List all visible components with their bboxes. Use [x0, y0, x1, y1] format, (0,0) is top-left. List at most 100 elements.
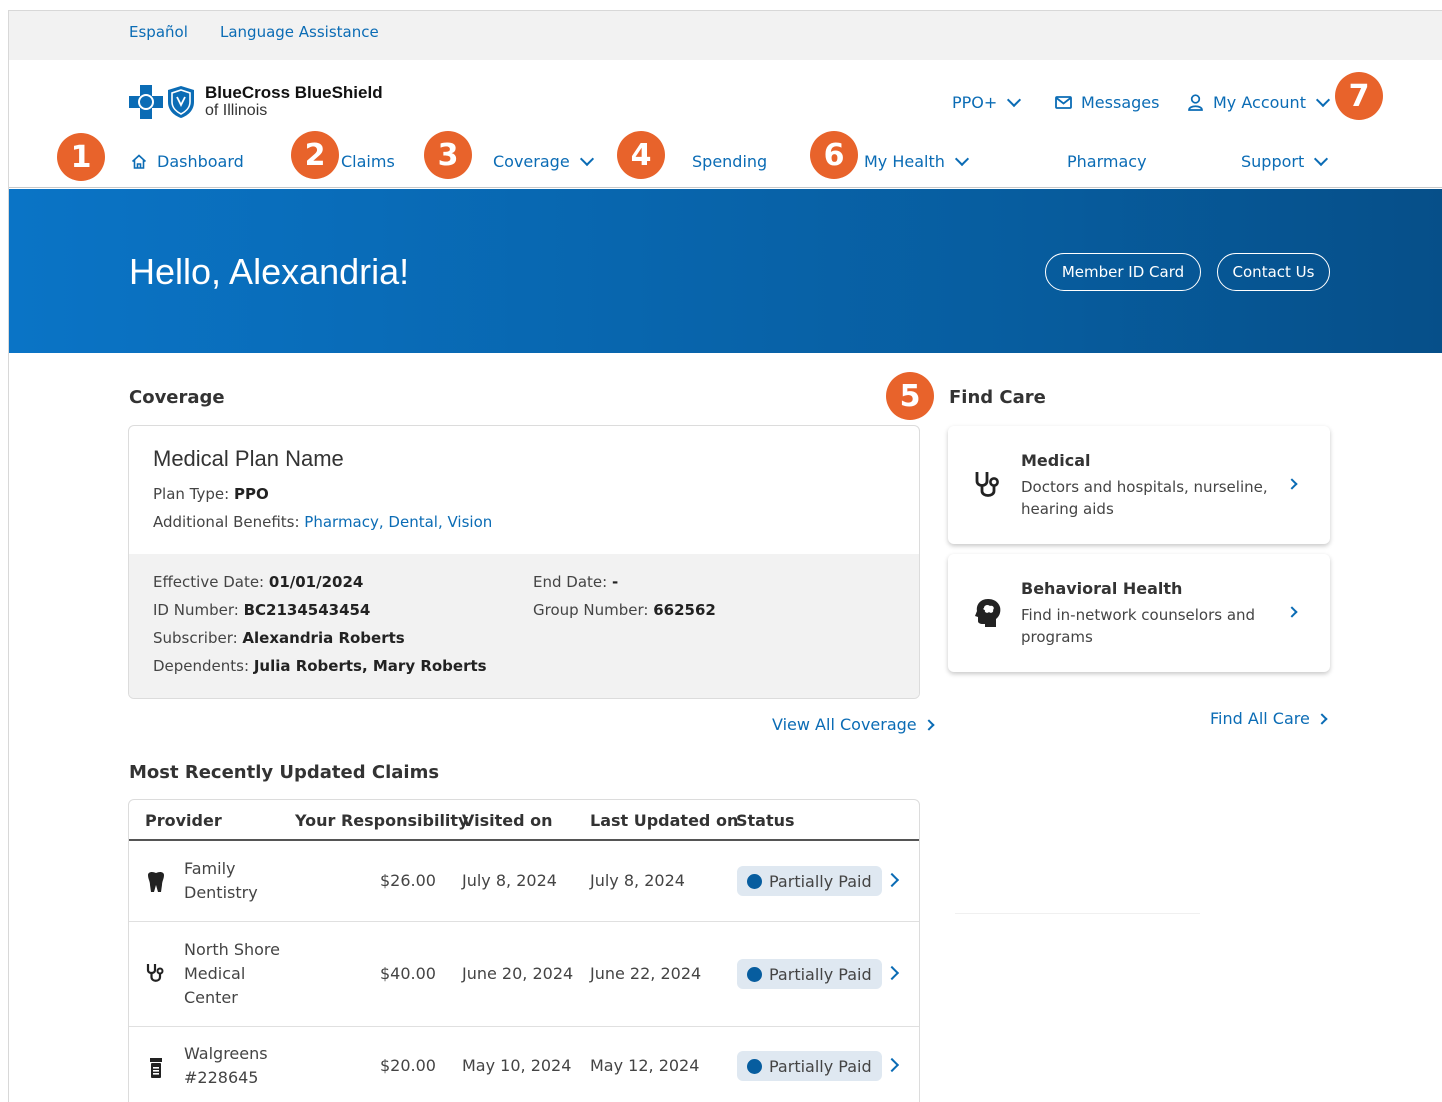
chevron-down-icon [1007, 92, 1022, 107]
status-dot-icon [747, 1058, 762, 1074]
utility-bar: Español Language Assistance [9, 11, 1442, 60]
effective-date: Effective Date: 01/01/2024 [153, 573, 364, 591]
responsibility-amount: $40.00 [380, 964, 436, 983]
annotation-badge-4: 4 [617, 131, 665, 179]
benefit-pharmacy-link[interactable]: Pharmacy [304, 513, 379, 531]
dependents: Dependents: Julia Roberts, Mary Roberts [153, 657, 487, 675]
coverage-card: Medical Plan Name Plan Type: PPO Additio… [128, 425, 920, 699]
provider-name: North Shore Medical Center [184, 940, 280, 1007]
chevron-right-icon [1316, 712, 1328, 725]
annotation-badge-3: 3 [424, 131, 472, 179]
divider [955, 913, 1200, 914]
language-assistance-link[interactable]: Language Assistance [220, 23, 379, 41]
group-number: Group Number: 662562 [533, 601, 716, 619]
status-label: Partially Paid [769, 871, 872, 891]
status-dot-icon [747, 873, 762, 889]
stethoscope-icon [146, 964, 164, 982]
envelope-icon [1055, 96, 1072, 109]
provider-name: Family Dentistry [184, 859, 258, 902]
chevron-down-icon [1315, 92, 1331, 107]
id-number: ID Number: BC2134543454 [153, 601, 371, 619]
nav-claims-label: Claims [341, 152, 395, 171]
annotation-badge-5: 5 [886, 372, 934, 420]
nav-pharmacy-label: Pharmacy [1067, 152, 1147, 171]
view-all-coverage-link[interactable]: View All Coverage [772, 715, 935, 734]
nav-my-health-label: My Health [864, 152, 945, 171]
plan-details-panel: Effective Date: 01/01/2024 End Date: - I… [129, 554, 919, 698]
status-badge: Partially Paid [737, 959, 882, 989]
pill-bottle-icon [150, 1058, 162, 1078]
welcome-banner: Hello, Alexandria! Member ID Card Contac… [9, 189, 1442, 353]
nav-claims[interactable]: Claims [341, 152, 395, 171]
coverage-section-title: Coverage [129, 387, 225, 408]
stethoscope-icon [975, 472, 999, 497]
behavioral-health-desc: Find in-network counselors and programs [1021, 606, 1256, 646]
nav-coverage-label: Coverage [493, 152, 570, 171]
member-id-card-button[interactable]: Member ID Card [1045, 253, 1201, 291]
nav-spending[interactable]: Spending [692, 152, 767, 171]
nav-coverage[interactable]: Coverage [493, 151, 594, 171]
find-all-care-label: Find All Care [1210, 709, 1310, 728]
annotation-badge-6: 6 [810, 131, 858, 179]
chevron-right-icon[interactable] [884, 872, 900, 888]
visited-date: June 20, 2024 [462, 964, 574, 983]
chevron-down-icon [954, 151, 969, 166]
contact-us-button[interactable]: Contact Us [1217, 253, 1330, 291]
status-badge: Partially Paid [737, 1051, 882, 1081]
table-row[interactable]: North Shore Medical Center $40.00 June 2… [129, 922, 919, 1027]
espanol-link[interactable]: Español [129, 23, 188, 41]
plan-type-value: PPO [233, 485, 269, 503]
end-date: End Date: - [533, 573, 619, 591]
chevron-down-icon [1314, 151, 1329, 166]
blue-cross-icon [129, 84, 163, 119]
subscriber: Subscriber: Alexandria Roberts [153, 629, 405, 647]
plan-label: PPO+ [952, 93, 998, 112]
bcbs-logo[interactable]: BlueCross BlueShield of Illinois [129, 84, 383, 119]
user-icon [1188, 94, 1203, 111]
chevron-right-icon[interactable] [884, 1057, 900, 1073]
responsibility-amount: $26.00 [380, 871, 436, 890]
benefit-dental-link[interactable]: Dental [388, 513, 438, 531]
behavioral-health-title: Behavioral Health [1021, 579, 1183, 598]
plan-type-label: Plan Type: [153, 485, 234, 503]
updated-date: May 12, 2024 [590, 1056, 700, 1075]
plan-switcher[interactable]: PPO+ [952, 92, 1022, 112]
updated-date: June 22, 2024 [590, 964, 702, 983]
benefits-label: Additional Benefits: [153, 513, 305, 531]
table-row[interactable]: Family Dentistry $26.00 July 8, 2024 Jul… [129, 841, 919, 922]
nav-support[interactable]: Support [1241, 151, 1329, 171]
additional-benefits: Additional Benefits: Pharmacy, Dental, V… [153, 513, 493, 531]
annotation-badge-2: 2 [291, 131, 339, 179]
benefit-vision-link[interactable]: Vision [448, 513, 493, 531]
status-label: Partially Paid [769, 964, 872, 984]
claims-table: Provider Your Responsibility Visited on … [128, 799, 920, 1102]
find-all-care-link[interactable]: Find All Care [1210, 709, 1328, 728]
nav-pharmacy[interactable]: Pharmacy [1067, 152, 1147, 171]
nav-support-label: Support [1241, 152, 1305, 171]
status-label: Partially Paid [769, 1056, 872, 1076]
nav-dashboard-label: Dashboard [157, 152, 244, 171]
site-header: BlueCross BlueShield of Illinois PPO+ Me… [9, 60, 1442, 188]
plan-name: Medical Plan Name [153, 446, 344, 471]
chevron-right-icon [1286, 478, 1298, 490]
header-provider: Provider [145, 811, 222, 830]
chevron-right-icon[interactable] [884, 965, 900, 981]
my-account-menu[interactable]: My Account [1188, 92, 1331, 112]
header-responsibility: Your Responsibility [295, 811, 469, 830]
tooth-icon [148, 871, 164, 892]
nav-dashboard[interactable]: Dashboard [131, 152, 244, 171]
visited-date: July 8, 2024 [462, 871, 557, 890]
annotation-badge-7: 7 [1335, 72, 1383, 120]
home-icon [131, 154, 147, 169]
head-brain-icon [975, 599, 1001, 627]
nav-my-health[interactable]: My Health [864, 151, 969, 171]
greeting: Hello, Alexandria! [129, 251, 410, 292]
chevron-down-icon [579, 151, 594, 166]
messages-link[interactable]: Messages [1055, 93, 1159, 112]
header-status: Status [736, 811, 795, 830]
table-row[interactable]: Walgreens #228645 $20.00 May 10, 2024 Ma… [129, 1027, 919, 1102]
find-care-behavioral-card[interactable]: Behavioral Health Find in-network counse… [948, 554, 1330, 672]
header-visited-on: Visited on [462, 811, 553, 830]
updated-date: July 8, 2024 [590, 871, 685, 890]
find-care-medical-card[interactable]: Medical Doctors and hospitals, nurseline… [948, 426, 1330, 544]
